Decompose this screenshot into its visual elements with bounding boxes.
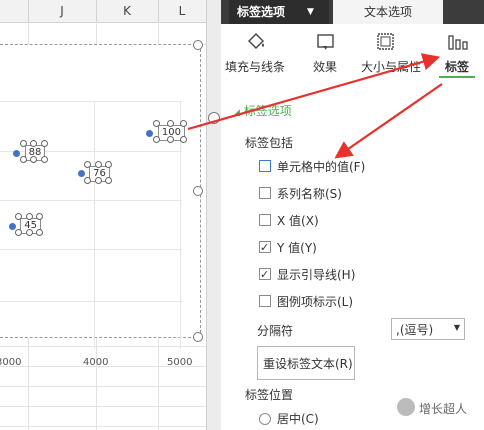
annotation-arrows [187,53,443,159]
arrow-to-label-tab [187,53,441,131]
arrow-to-cell-value [334,83,443,159]
